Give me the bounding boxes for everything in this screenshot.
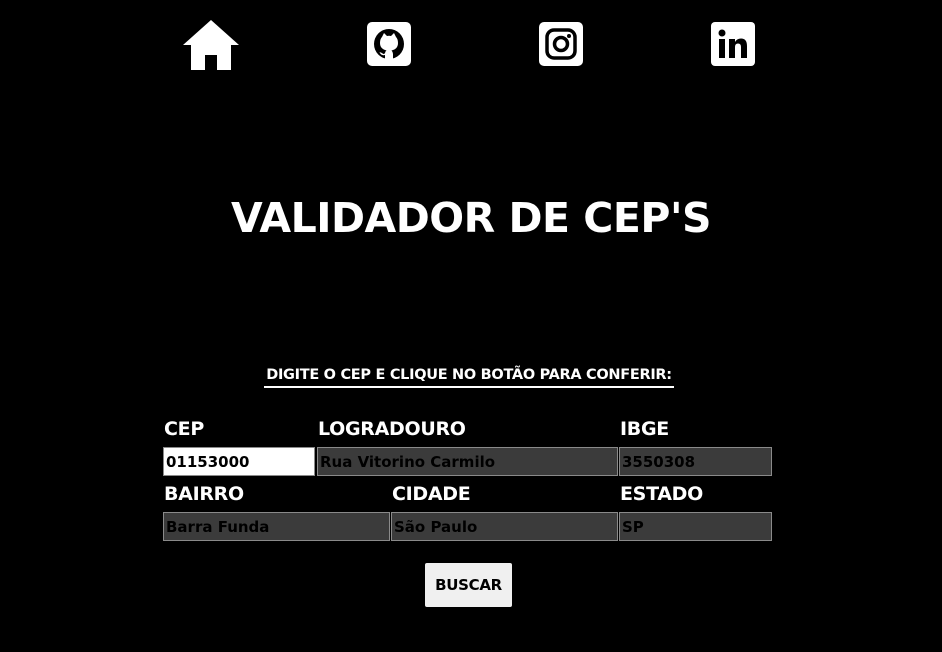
instruction-text: DIGITE O CEP E CLIQUE NO BOTÃO PARA CONF… [264,365,674,388]
estado-field[interactable] [619,512,772,541]
ibge-field[interactable] [619,447,772,476]
ibge-label: IBGE [620,418,669,440]
bairro-label: BAIRRO [164,483,244,505]
linkedin-icon[interactable] [711,22,755,66]
instagram-icon[interactable] [539,22,583,66]
home-icon[interactable] [183,20,239,70]
logradouro-field[interactable] [317,447,618,476]
cidade-field[interactable] [391,512,618,541]
cidade-label: CIDADE [392,483,471,505]
bairro-field[interactable] [163,512,390,541]
cep-label: CEP [164,418,204,440]
page-title: VALIDADOR DE CEP'S [230,194,712,242]
cep-input[interactable] [163,447,315,476]
github-icon[interactable] [367,22,411,66]
logradouro-label: LOGRADOURO [318,418,466,440]
search-button[interactable]: BUSCAR [425,563,512,607]
estado-label: ESTADO [620,483,703,505]
page: VALIDADOR DE CEP'S DIGITE O CEP E CLIQUE… [0,0,942,652]
